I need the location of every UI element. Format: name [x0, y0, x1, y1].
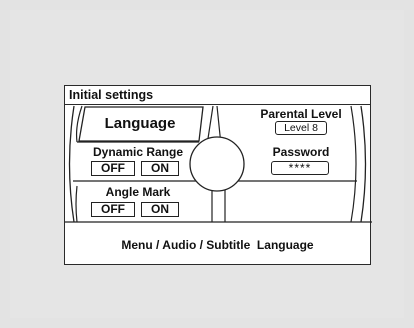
- angle-mark-off-button[interactable]: OFF: [91, 202, 135, 217]
- parental-level-value: Level 8: [275, 121, 327, 135]
- password-field[interactable]: ****: [271, 161, 329, 175]
- initial-settings-screen: Initial settings Language Dynamic Range …: [64, 85, 372, 265]
- password-label[interactable]: Password: [243, 145, 359, 159]
- background-panel: Initial settings Language Dynamic Range …: [10, 10, 404, 318]
- menu-audio-subtitle-language-label: Menu / Audio / Subtitle Language: [121, 238, 314, 252]
- angle-mark-on-button[interactable]: ON: [141, 202, 179, 217]
- angle-mark-label: Angle Mark: [105, 185, 171, 199]
- parental-level-label[interactable]: Parental Level: [243, 107, 359, 121]
- dynamic-range-label: Dynamic Range: [92, 145, 184, 159]
- language-button[interactable]: Language: [85, 115, 195, 132]
- dynamic-range-off-button[interactable]: OFF: [91, 161, 135, 176]
- center-dial[interactable]: [189, 136, 245, 192]
- dynamic-range-on-button[interactable]: ON: [141, 161, 179, 176]
